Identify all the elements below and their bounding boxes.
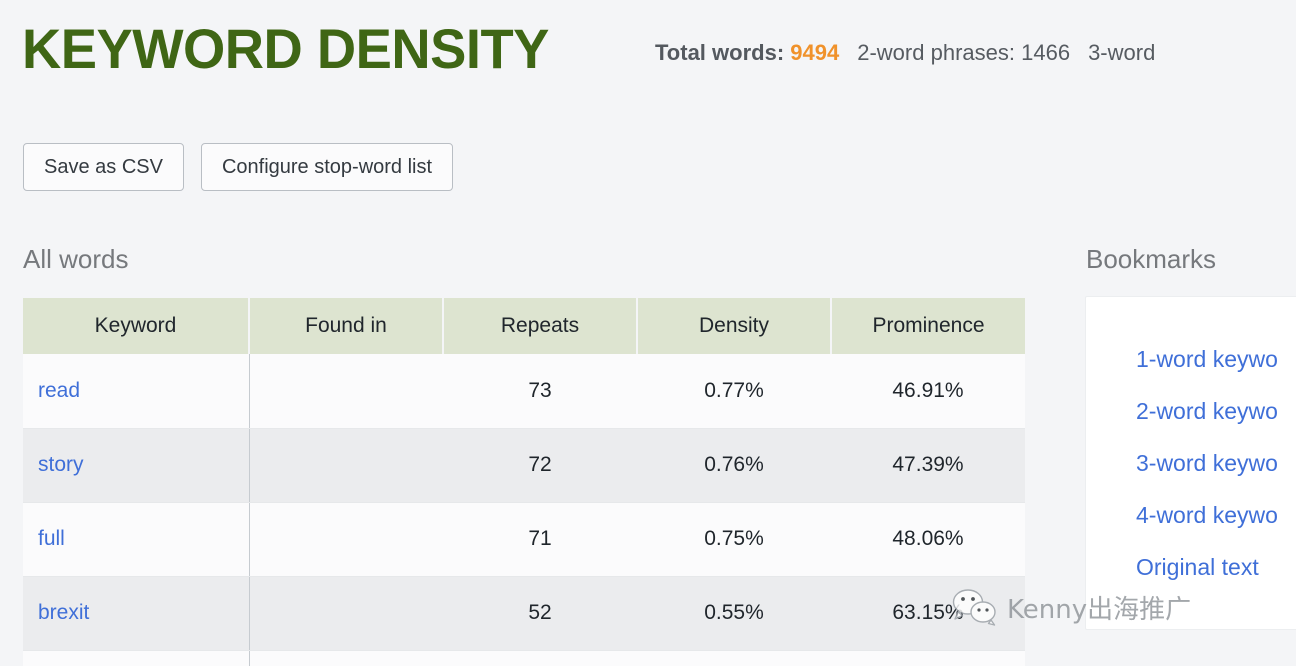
three-word-phrases-stat: 3-word bbox=[1088, 40, 1155, 65]
cell-keyword: read bbox=[23, 354, 250, 429]
table-row: story 72 0.76% 47.39% bbox=[23, 428, 1025, 503]
cell-density: 0.76% bbox=[637, 428, 831, 503]
total-words-label: Total words: bbox=[655, 40, 785, 65]
column-header-keyword[interactable]: Keyword bbox=[23, 298, 250, 354]
bookmark-link-4-word-keywords[interactable]: 4-word keywo bbox=[1136, 501, 1278, 530]
bookmark-link-2-word-keywords[interactable]: 2-word keywo bbox=[1136, 397, 1278, 426]
bookmarks-panel: 1-word keywo 2-word keywo 3-word keywo 4… bbox=[1085, 296, 1296, 630]
keyword-link[interactable]: brexit bbox=[38, 601, 89, 624]
cell-keyword: full bbox=[23, 502, 250, 577]
configure-stop-word-list-button[interactable]: Configure stop-word list bbox=[200, 143, 454, 191]
cell-prominence: 46.91% bbox=[831, 354, 1025, 429]
cell-repeats: 71 bbox=[443, 502, 637, 577]
keyword-density-table: Keyword Found in Repeats Density Promine… bbox=[23, 298, 1025, 666]
keyword-link[interactable]: full bbox=[38, 527, 65, 550]
cell-repeats: 72 bbox=[443, 428, 637, 503]
bookmark-link-3-word-keywords[interactable]: 3-word keywo bbox=[1136, 449, 1278, 478]
total-words-value: 9494 bbox=[790, 40, 840, 65]
cell-keyword bbox=[23, 650, 250, 666]
cell-found-in bbox=[249, 354, 443, 429]
table-row: read 73 0.77% 46.91% bbox=[23, 354, 1025, 429]
page-header: KEYWORD DENSITY Total words: 9494 2-word … bbox=[0, 0, 1296, 112]
cell-density: 0.75% bbox=[637, 502, 831, 577]
cell-density bbox=[637, 650, 831, 666]
column-header-density[interactable]: Density bbox=[637, 298, 832, 354]
column-header-found-in[interactable]: Found in bbox=[249, 298, 444, 354]
table-header: Keyword Found in Repeats Density Promine… bbox=[23, 298, 1025, 354]
table-header-row: Keyword Found in Repeats Density Promine… bbox=[23, 298, 1025, 354]
two-word-phrases-value: 1466 bbox=[1021, 40, 1071, 65]
toolbar: Save as CSV Configure stop-word list bbox=[23, 143, 454, 191]
cell-found-in bbox=[249, 502, 443, 577]
bookmarks-section-label: Bookmarks bbox=[1086, 244, 1217, 274]
cell-prominence: 48.06% bbox=[831, 502, 1025, 577]
two-word-phrases-stat: 2-word phrases: 1466 bbox=[857, 40, 1070, 65]
bookmark-link-original-text[interactable]: Original text bbox=[1136, 553, 1278, 582]
cell-prominence bbox=[831, 650, 1025, 666]
cell-repeats: 73 bbox=[443, 354, 637, 429]
column-header-repeats[interactable]: Repeats bbox=[443, 298, 638, 354]
table-row: full 71 0.75% 48.06% bbox=[23, 502, 1025, 577]
cell-found-in bbox=[249, 650, 443, 666]
cell-prominence: 47.39% bbox=[831, 428, 1025, 503]
cell-prominence: 63.15% bbox=[831, 576, 1025, 651]
cell-repeats: 52 bbox=[443, 576, 637, 651]
cell-density: 0.55% bbox=[637, 576, 831, 651]
bookmark-link-1-word-keywords[interactable]: 1-word keywo bbox=[1136, 345, 1278, 374]
cell-repeats bbox=[443, 650, 637, 666]
cell-density: 0.77% bbox=[637, 354, 831, 429]
cell-keyword: story bbox=[23, 428, 250, 503]
keyword-link[interactable]: story bbox=[38, 453, 84, 476]
bookmarks-list: 1-word keywo 2-word keywo 3-word keywo 4… bbox=[1136, 345, 1278, 582]
header-stats: Total words: 9494 2-word phrases: 1466 3-w… bbox=[655, 38, 1155, 68]
three-word-phrases-label: 3-word bbox=[1088, 40, 1156, 65]
table-body: read 73 0.77% 46.91% story 72 0.76% 47.3… bbox=[23, 354, 1025, 666]
save-as-csv-button[interactable]: Save as CSV bbox=[23, 143, 184, 191]
column-header-prominence[interactable]: Prominence bbox=[831, 298, 1025, 354]
cell-found-in bbox=[249, 428, 443, 503]
keyword-link[interactable]: read bbox=[38, 379, 80, 402]
cell-found-in bbox=[249, 576, 443, 651]
all-words-section-label: All words bbox=[23, 244, 129, 274]
page-title: KEYWORD DENSITY bbox=[22, 17, 549, 80]
table-row: brexit 52 0.55% 63.15% bbox=[23, 576, 1025, 651]
cell-keyword: brexit bbox=[23, 576, 250, 651]
two-word-phrases-label: 2-word phrases: bbox=[857, 40, 1015, 65]
table-row-partial bbox=[23, 650, 1025, 666]
